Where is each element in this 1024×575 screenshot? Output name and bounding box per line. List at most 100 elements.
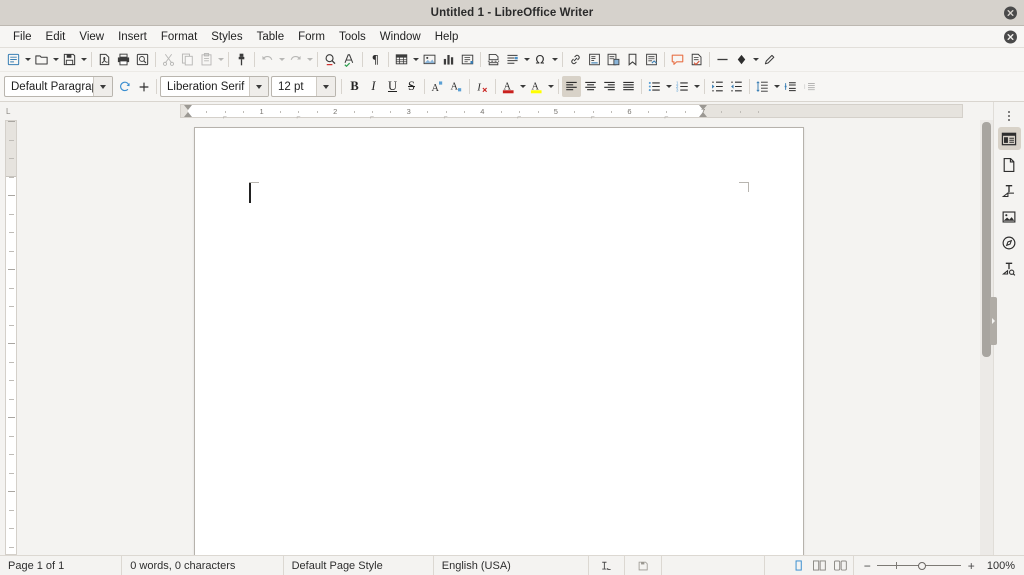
menu-tools[interactable]: Tools (332, 29, 373, 45)
status-save-icon[interactable] (625, 556, 662, 575)
find-replace-icon[interactable] (321, 50, 340, 69)
status-page-style[interactable]: Default Page Style (284, 556, 434, 575)
menu-table[interactable]: Table (250, 29, 292, 45)
font-size-value[interactable]: 12 pt (272, 77, 316, 96)
paragraph-style-combobox[interactable]: Default Paragraph (4, 76, 113, 97)
sidebar-item-properties[interactable] (998, 127, 1021, 150)
insert-line-icon[interactable] (713, 50, 732, 69)
track-changes-icon[interactable] (687, 50, 706, 69)
decrease-paragraph-spacing-icon[interactable] (800, 76, 819, 97)
ordered-list-dropdown[interactable] (692, 77, 701, 96)
underline-button[interactable]: U (383, 76, 402, 97)
paste-dropdown[interactable] (216, 50, 225, 69)
zoom-slider[interactable] (877, 561, 961, 571)
vertical-ruler[interactable] (0, 120, 18, 555)
insert-table-icon[interactable] (392, 50, 411, 69)
sidebar-item-gallery[interactable] (998, 205, 1021, 228)
book-view-icon[interactable] (831, 558, 849, 574)
increase-indent-icon[interactable] (708, 76, 727, 97)
paragraph-style-value[interactable]: Default Paragraph (5, 77, 93, 96)
zoom-slider-handle[interactable] (918, 562, 926, 570)
show-draw-functions-icon[interactable] (760, 50, 779, 69)
insert-chart-icon[interactable] (439, 50, 458, 69)
unordered-list-dropdown[interactable] (664, 77, 673, 96)
status-word-count[interactable]: 0 words, 0 characters (122, 556, 283, 575)
highlight-color-dropdown[interactable] (546, 77, 555, 96)
open-document-dropdown[interactable] (51, 50, 60, 69)
unordered-list-icon[interactable] (645, 76, 664, 97)
font-name-combobox[interactable]: Liberation Serif (160, 76, 269, 97)
hyperlink-icon[interactable] (566, 50, 585, 69)
strikethrough-button[interactable]: S (402, 76, 421, 97)
menu-edit[interactable]: Edit (39, 29, 73, 45)
cross-reference-icon[interactable] (642, 50, 661, 69)
font-name-value[interactable]: Liberation Serif (161, 77, 249, 96)
special-character-icon[interactable]: Ω (531, 50, 550, 69)
menu-view[interactable]: View (72, 29, 111, 45)
font-name-dropdown-arrow[interactable] (249, 77, 268, 96)
update-style-icon[interactable] (115, 76, 134, 97)
redo-icon[interactable] (286, 50, 305, 69)
menu-form[interactable]: Form (291, 29, 332, 45)
zoom-in-button[interactable]: + (966, 559, 976, 573)
comment-icon[interactable] (668, 50, 687, 69)
export-pdf-icon[interactable] (95, 50, 114, 69)
ruler-right-indent-marker[interactable] (699, 112, 707, 117)
align-center-icon[interactable] (581, 76, 600, 97)
document-close-button[interactable] (1004, 30, 1017, 43)
open-document-icon[interactable] (32, 50, 51, 69)
save-document-icon[interactable] (60, 50, 79, 69)
paste-icon[interactable] (197, 50, 216, 69)
zoom-level-label[interactable]: 100% (984, 560, 1024, 572)
document-page[interactable] (194, 127, 804, 555)
font-size-combobox[interactable]: 12 pt (271, 76, 336, 97)
clear-formatting-button[interactable]: I (473, 76, 492, 97)
status-insert-mode-icon[interactable] (589, 556, 626, 575)
redo-dropdown[interactable] (305, 50, 314, 69)
save-document-dropdown[interactable] (79, 50, 88, 69)
font-color-dropdown[interactable] (518, 77, 527, 96)
formatting-marks-icon[interactable]: ¶ (366, 50, 385, 69)
sidebar-item-navigator[interactable] (998, 231, 1021, 254)
status-language[interactable]: English (USA) (434, 556, 589, 575)
insert-text-box-icon[interactable] (458, 50, 477, 69)
insert-field-icon[interactable] (503, 50, 522, 69)
single-page-view-icon[interactable] (789, 558, 807, 574)
basic-shapes-dropdown[interactable] (751, 50, 760, 69)
print-preview-icon[interactable] (133, 50, 152, 69)
status-signature[interactable] (662, 556, 766, 575)
font-size-dropdown-arrow[interactable] (316, 77, 335, 96)
spelling-icon[interactable] (340, 50, 359, 69)
menu-help[interactable]: Help (428, 29, 466, 45)
menu-format[interactable]: Format (154, 29, 204, 45)
status-page-info[interactable]: Page 1 of 1 (0, 556, 122, 575)
undo-icon[interactable] (258, 50, 277, 69)
endnote-icon[interactable] (604, 50, 623, 69)
window-close-button[interactable] (1004, 6, 1017, 19)
basic-shapes-icon[interactable] (732, 50, 751, 69)
sidebar-more-options-icon[interactable] (1008, 108, 1010, 124)
subscript-button[interactable]: A (447, 76, 466, 97)
cut-icon[interactable] (159, 50, 178, 69)
align-right-icon[interactable] (600, 76, 619, 97)
insert-field-dropdown[interactable] (522, 50, 531, 69)
undo-dropdown[interactable] (277, 50, 286, 69)
menu-styles[interactable]: Styles (204, 29, 249, 45)
sidebar-item-styles[interactable] (998, 179, 1021, 202)
special-character-dropdown[interactable] (550, 50, 559, 69)
line-spacing-icon[interactable] (753, 76, 772, 97)
new-document-icon[interactable] (4, 50, 23, 69)
ruler-left-indent-marker[interactable] (184, 105, 192, 110)
bookmark-icon[interactable] (623, 50, 642, 69)
line-spacing-dropdown[interactable] (772, 77, 781, 96)
increase-paragraph-spacing-icon[interactable] (781, 76, 800, 97)
italic-button[interactable]: I (364, 76, 383, 97)
decrease-indent-icon[interactable] (727, 76, 746, 97)
superscript-button[interactable]: A (428, 76, 447, 97)
ordered-list-icon[interactable]: 123 (673, 76, 692, 97)
menu-file[interactable]: File (6, 29, 39, 45)
sidebar-item-manage-changes[interactable] (998, 257, 1021, 280)
ruler-left-indent-marker[interactable] (184, 112, 192, 117)
paragraph-style-dropdown-arrow[interactable] (93, 77, 112, 96)
multi-page-view-icon[interactable] (810, 558, 828, 574)
